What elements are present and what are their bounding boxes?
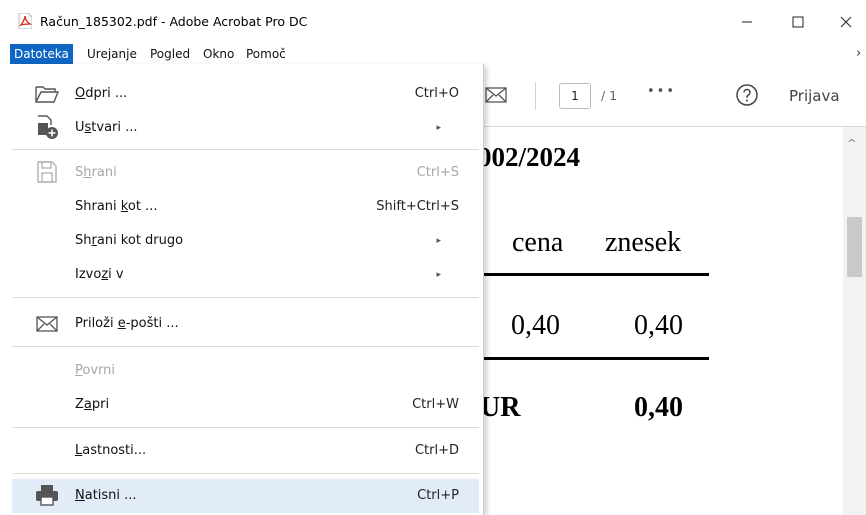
maximize-icon[interactable] <box>784 8 812 36</box>
column-header-price: cena <box>512 227 564 258</box>
envelope-icon[interactable] <box>483 82 509 108</box>
menu-urejanje[interactable]: Urejanje <box>83 44 141 64</box>
total-label: UR <box>480 392 521 423</box>
menu-bar: Datoteka Urejanje Pogled Okno Pomoč › <box>0 44 866 64</box>
menu-separator <box>12 473 479 474</box>
login-button[interactable]: Prijava <box>789 87 840 105</box>
menu-item-revert[interactable]: Povrni <box>12 354 479 388</box>
menu-pomoc[interactable]: Pomoč <box>242 44 290 64</box>
shortcut: Ctrl+P <box>417 488 459 503</box>
scrollbar-thumb[interactable] <box>847 217 862 277</box>
menu-item-properties[interactable]: Lastnosti... Ctrl+D <box>12 434 479 468</box>
menu-separator <box>12 297 479 298</box>
envelope-icon <box>36 316 58 332</box>
minimize-icon[interactable] <box>733 8 761 36</box>
toolbar-separator <box>535 82 536 110</box>
shortcut: Ctrl+W <box>412 397 459 412</box>
create-pdf-icon <box>38 115 58 139</box>
window-title: Račun_185302.pdf - Adobe Acrobat Pro DC <box>40 14 308 29</box>
menu-separator <box>12 149 479 150</box>
shortcut: Ctrl+D <box>414 443 459 458</box>
close-icon[interactable] <box>832 8 860 36</box>
vertical-scrollbar[interactable]: ^ <box>843 127 866 515</box>
menu-item-open[interactable]: Odpri ... Ctrl+O <box>12 77 479 111</box>
menu-item-save[interactable]: Shrani Ctrl+S <box>12 156 479 190</box>
menu-item-create[interactable]: Ustvari ... ▸ <box>12 111 479 145</box>
menubar-overflow-icon[interactable]: › <box>856 46 861 61</box>
scroll-up-icon[interactable]: ^ <box>847 137 856 150</box>
printer-icon <box>36 485 58 506</box>
column-header-amount: znesek <box>605 227 682 258</box>
menu-item-save-as-other[interactable]: Shrani kot drugo ▸ <box>12 224 479 258</box>
menu-item-print[interactable]: Natisni ... Ctrl+P <box>12 479 479 513</box>
help-icon[interactable] <box>735 83 759 107</box>
shortcut: Shift+Ctrl+S <box>376 199 459 214</box>
total-value: 0,40 <box>634 392 683 423</box>
table-rule <box>483 357 709 360</box>
menu-item-attach-email[interactable]: Priloži e-pošti ... <box>12 307 479 341</box>
row-amount: 0,40 <box>634 310 683 341</box>
menu-separator <box>12 427 479 428</box>
menu-item-export-to[interactable]: Izvozi v ▸ <box>12 258 479 292</box>
submenu-arrow-icon: ▸ <box>436 270 441 280</box>
invoice-number: 002/2024 <box>478 142 581 172</box>
acrobat-pdf-icon <box>18 13 32 29</box>
menu-item-save-as[interactable]: Shrani kot ... Shift+Ctrl+S <box>12 190 479 224</box>
menu-item-close[interactable]: Zapri Ctrl+W <box>12 388 479 422</box>
menu-pogled[interactable]: Pogled <box>146 44 194 64</box>
menu-datoteka[interactable]: Datoteka <box>10 44 73 64</box>
document-toolbar: 1 / 1 ••• Prijava <box>483 66 866 127</box>
menu-separator <box>12 346 479 347</box>
menu-okno[interactable]: Okno <box>199 44 238 64</box>
more-tools-icon[interactable]: ••• <box>647 84 676 99</box>
row-price: 0,40 <box>511 310 560 341</box>
page-number-input[interactable]: 1 <box>559 83 591 109</box>
submenu-arrow-icon: ▸ <box>436 236 441 246</box>
submenu-arrow-icon: ▸ <box>436 123 441 133</box>
title-bar: Račun_185302.pdf - Adobe Acrobat Pro DC <box>0 0 866 44</box>
save-icon <box>37 161 57 183</box>
table-rule <box>483 273 709 276</box>
shortcut: Ctrl+O <box>414 86 459 101</box>
shortcut: Ctrl+S <box>416 165 459 180</box>
page-total: / 1 <box>601 88 618 103</box>
file-menu: Odpri ... Ctrl+O Ustvari ... ▸ Shrani Ct… <box>0 64 484 515</box>
folder-open-icon <box>35 86 60 103</box>
